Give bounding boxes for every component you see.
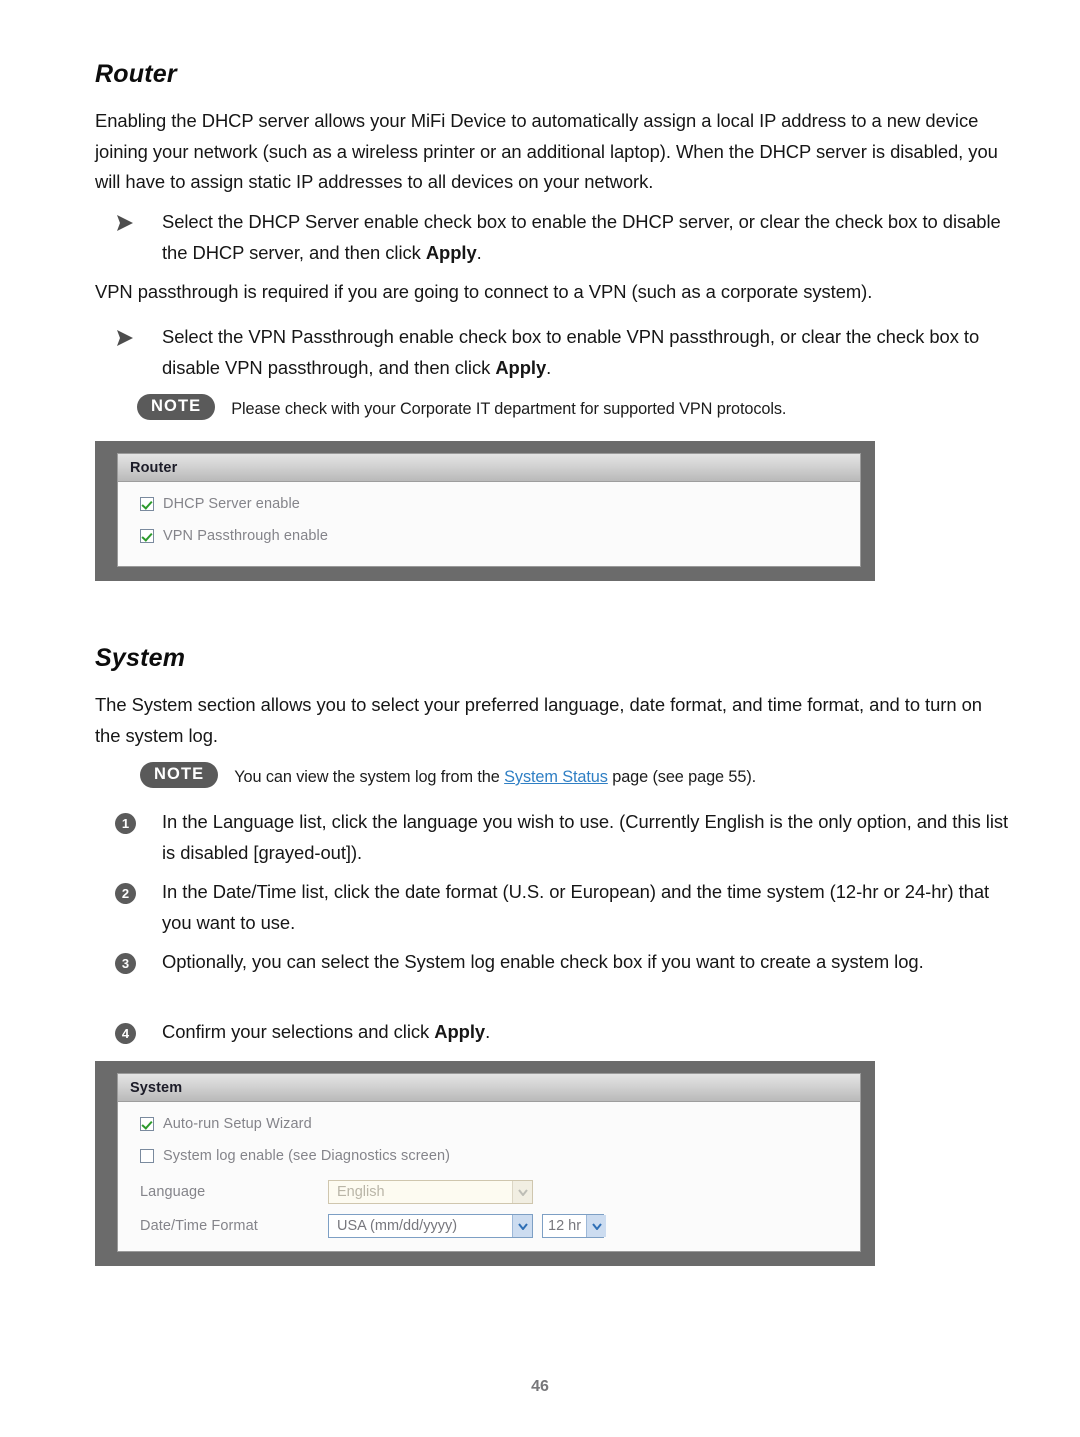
select-language-value: English	[337, 1184, 385, 1200]
step-text-1: In the Language list, click the language…	[162, 811, 1009, 863]
form-row-datetime-format: Date/Time Format USA (mm/dd/yyyy) 12 hr	[140, 1214, 860, 1238]
step-text-3: Optionally, you can select the System lo…	[162, 951, 924, 972]
step-number-1: 1	[115, 813, 136, 834]
checkbox-label-vpn-passthrough: VPN Passthrough enable	[163, 528, 329, 544]
step-number-4: 4	[115, 1023, 136, 1044]
router-intro-paragraph: Enabling the DHCP server allows your MiF…	[95, 110, 998, 192]
note-callout-system-log: NOTE You can view the system log from th…	[140, 762, 756, 788]
system-intro-paragraph: The System section allows you to select …	[95, 694, 982, 746]
note-callout-vpn: NOTE Please check with your Corporate IT…	[137, 394, 786, 420]
checkbox-label-autorun-wizard: Auto-run Setup Wizard	[163, 1116, 312, 1132]
select-time-format-value: 12 hr	[548, 1218, 582, 1234]
apply-keyword: Apply	[434, 1021, 486, 1042]
select-date-format[interactable]: USA (mm/dd/yyyy)	[328, 1214, 533, 1238]
router-panel-window: Router DHCP Server enable VPN Passthroug…	[117, 453, 861, 567]
chevron-down-icon[interactable]	[512, 1215, 532, 1237]
bullet-dhcp-server: Select the DHCP Server enable check box …	[115, 207, 1015, 268]
page-title-system: System	[95, 644, 186, 672]
note-text-after: page (see page 55).	[607, 768, 757, 786]
note-text-before: You can view the system log from the	[234, 768, 505, 786]
step-item-3: 3 Optionally, you can select the System …	[115, 947, 1015, 978]
document-page: Router Enabling the DHCP server allows y…	[0, 0, 1080, 1437]
system-panel-body: Auto-run Setup Wizard System log enable …	[118, 1102, 860, 1238]
arrow-bullet-icon	[115, 214, 137, 232]
step-text-2: In the Date/Time list, click the date fo…	[162, 881, 990, 933]
select-time-format[interactable]: 12 hr	[542, 1214, 607, 1238]
bullet-vpn-text-before: Select the VPN Passthrough enable check …	[162, 326, 980, 378]
label-language: Language	[140, 1184, 206, 1200]
step-text-4-after: .	[485, 1021, 491, 1042]
page-number: 46	[531, 1378, 549, 1395]
system-panel-window: System Auto-run Setup Wizard System log …	[117, 1073, 861, 1252]
router-panel-titlebar: Router	[118, 454, 860, 482]
system-panel-titlebar: System	[118, 1074, 860, 1102]
arrow-bullet-icon	[115, 329, 137, 347]
checkbox-row-autorun-wizard[interactable]: Auto-run Setup Wizard	[140, 1116, 860, 1132]
page-title-router: Router	[95, 60, 177, 88]
checkbox-autorun-wizard[interactable]	[140, 1117, 154, 1131]
apply-keyword: Apply	[495, 356, 547, 378]
checkbox-system-log[interactable]	[140, 1149, 154, 1163]
checkbox-label-dhcp-server: DHCP Server enable	[163, 496, 300, 512]
bullet-dhcp-text-after: .	[476, 241, 482, 263]
step-text-4-before: Confirm your selections and click	[162, 1021, 435, 1042]
step-item-2: 2 In the Date/Time list, click the date …	[115, 877, 1015, 938]
checkbox-vpn-passthrough[interactable]	[140, 529, 154, 543]
form-row-language: Language English	[140, 1180, 860, 1204]
select-language: English	[328, 1180, 533, 1204]
screenshot-router-panel: Router DHCP Server enable VPN Passthroug…	[95, 441, 875, 581]
note-text: You can view the system log from the Sys…	[234, 762, 756, 788]
step-item-4: 4 Confirm your selections and click Appl…	[115, 1017, 1015, 1048]
label-datetime-format: Date/Time Format	[140, 1218, 258, 1234]
bullet-vpn-text-after: .	[546, 356, 552, 378]
system-panel-title: System	[130, 1079, 183, 1096]
note-text: Please check with your Corporate IT depa…	[231, 400, 787, 418]
bullet-vpn-passthrough: Select the VPN Passthrough enable check …	[115, 322, 1015, 383]
checkbox-row-vpn-passthrough[interactable]: VPN Passthrough enable	[140, 528, 860, 544]
checkbox-row-dhcp-server[interactable]: DHCP Server enable	[140, 496, 860, 512]
system-status-link[interactable]: System Status	[504, 768, 608, 786]
router-panel-body: DHCP Server enable VPN Passthrough enabl…	[118, 482, 860, 544]
note-badge: NOTE	[137, 394, 216, 420]
note-badge: NOTE	[140, 762, 219, 788]
step-number-3: 3	[115, 953, 136, 974]
select-date-format-value: USA (mm/dd/yyyy)	[337, 1218, 458, 1234]
apply-keyword: Apply	[425, 241, 477, 263]
checkbox-dhcp-server[interactable]	[140, 497, 154, 511]
checkbox-row-system-log[interactable]: System log enable (see Diagnostics scree…	[140, 1148, 860, 1164]
chevron-down-icon	[512, 1181, 532, 1203]
screenshot-system-panel: System Auto-run Setup Wizard System log …	[95, 1061, 875, 1266]
step-number-2: 2	[115, 883, 136, 904]
bullet-dhcp-text-before: Select the DHCP Server enable check box …	[162, 211, 1001, 263]
checkbox-label-system-log: System log enable (see Diagnostics scree…	[163, 1148, 451, 1164]
chevron-down-icon[interactable]	[586, 1215, 607, 1237]
router-panel-title: Router	[130, 459, 178, 476]
step-item-1: 1 In the Language list, click the langua…	[115, 807, 1015, 868]
vpn-intro-paragraph: VPN passthrough is required if you are g…	[95, 281, 873, 302]
